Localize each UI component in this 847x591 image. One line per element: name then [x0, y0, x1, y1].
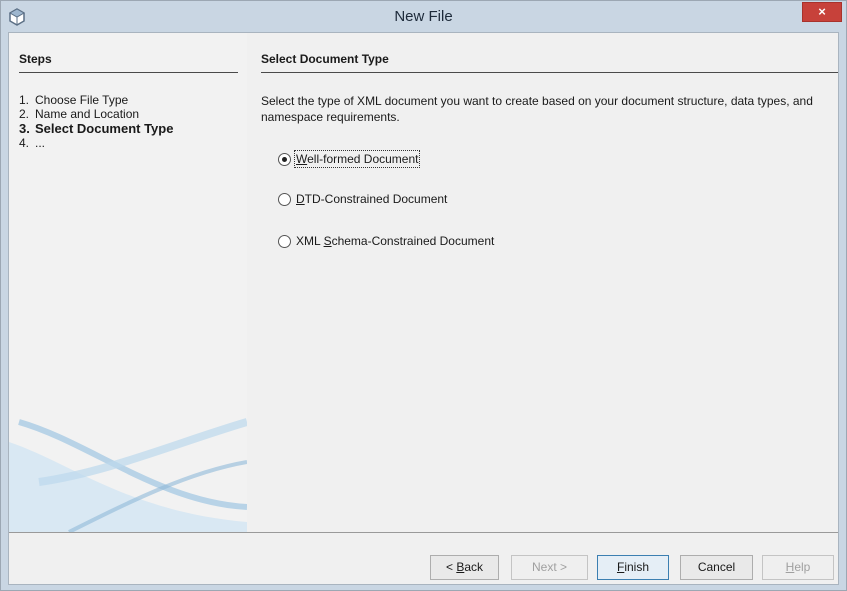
radio-label: DTD-Constrained Document: [296, 192, 448, 206]
step-item: 4....: [19, 136, 46, 150]
close-button[interactable]: ×: [802, 2, 842, 22]
radio-schema-constrained[interactable]: XML Schema-Constrained Document: [278, 234, 494, 248]
step-item: 1. Choose File Type: [19, 93, 129, 107]
dialog-body: Steps 1. Choose File Type 2. Name and Loca…: [8, 32, 839, 585]
radio-label: XML Schema-Constrained Document: [296, 234, 495, 248]
steps-panel: Steps 1. Choose File Type 2. Name and Loca…: [9, 33, 247, 532]
step-item: 2. Name and Location: [19, 107, 140, 121]
decorative-swoosh-image: [9, 418, 247, 532]
panel-title: Select Document Type: [261, 52, 389, 66]
panel-description: Select the type of XML document you want…: [261, 94, 813, 124]
radio-button-checked[interactable]: [278, 152, 291, 166]
button-bar-separator: [9, 532, 838, 533]
window-title: New File: [394, 8, 453, 25]
new-file-dialog: New File × Steps 1. Choose File Type 2. Na…: [0, 0, 847, 591]
cancel-button[interactable]: Cancel: [680, 555, 753, 580]
title-bar[interactable]: New File ×: [1, 1, 846, 32]
steps-divider: [19, 72, 238, 73]
radio-dtd-constrained[interactable]: DTD-Constrained Document: [278, 192, 447, 206]
panel-divider: [261, 72, 838, 73]
help-button[interactable]: Help: [762, 555, 834, 580]
radio-well-formed[interactable]: Well-formed Document: [278, 150, 421, 168]
finish-button[interactable]: Finish: [597, 555, 669, 580]
content-panel: Select Document Type Select the type of …: [255, 33, 838, 532]
steps-list: 1. Choose File Type 2. Name and Location 3…: [19, 93, 173, 150]
next-button[interactable]: Next >: [511, 555, 588, 580]
radio-button[interactable]: [278, 192, 291, 206]
radio-label: Well-formed Document: [293, 150, 421, 168]
step-item-current: 3. Select Document Type: [19, 121, 174, 136]
steps-title: Steps: [19, 52, 52, 66]
radio-button[interactable]: [278, 234, 291, 248]
back-button[interactable]: < Back: [430, 555, 499, 580]
